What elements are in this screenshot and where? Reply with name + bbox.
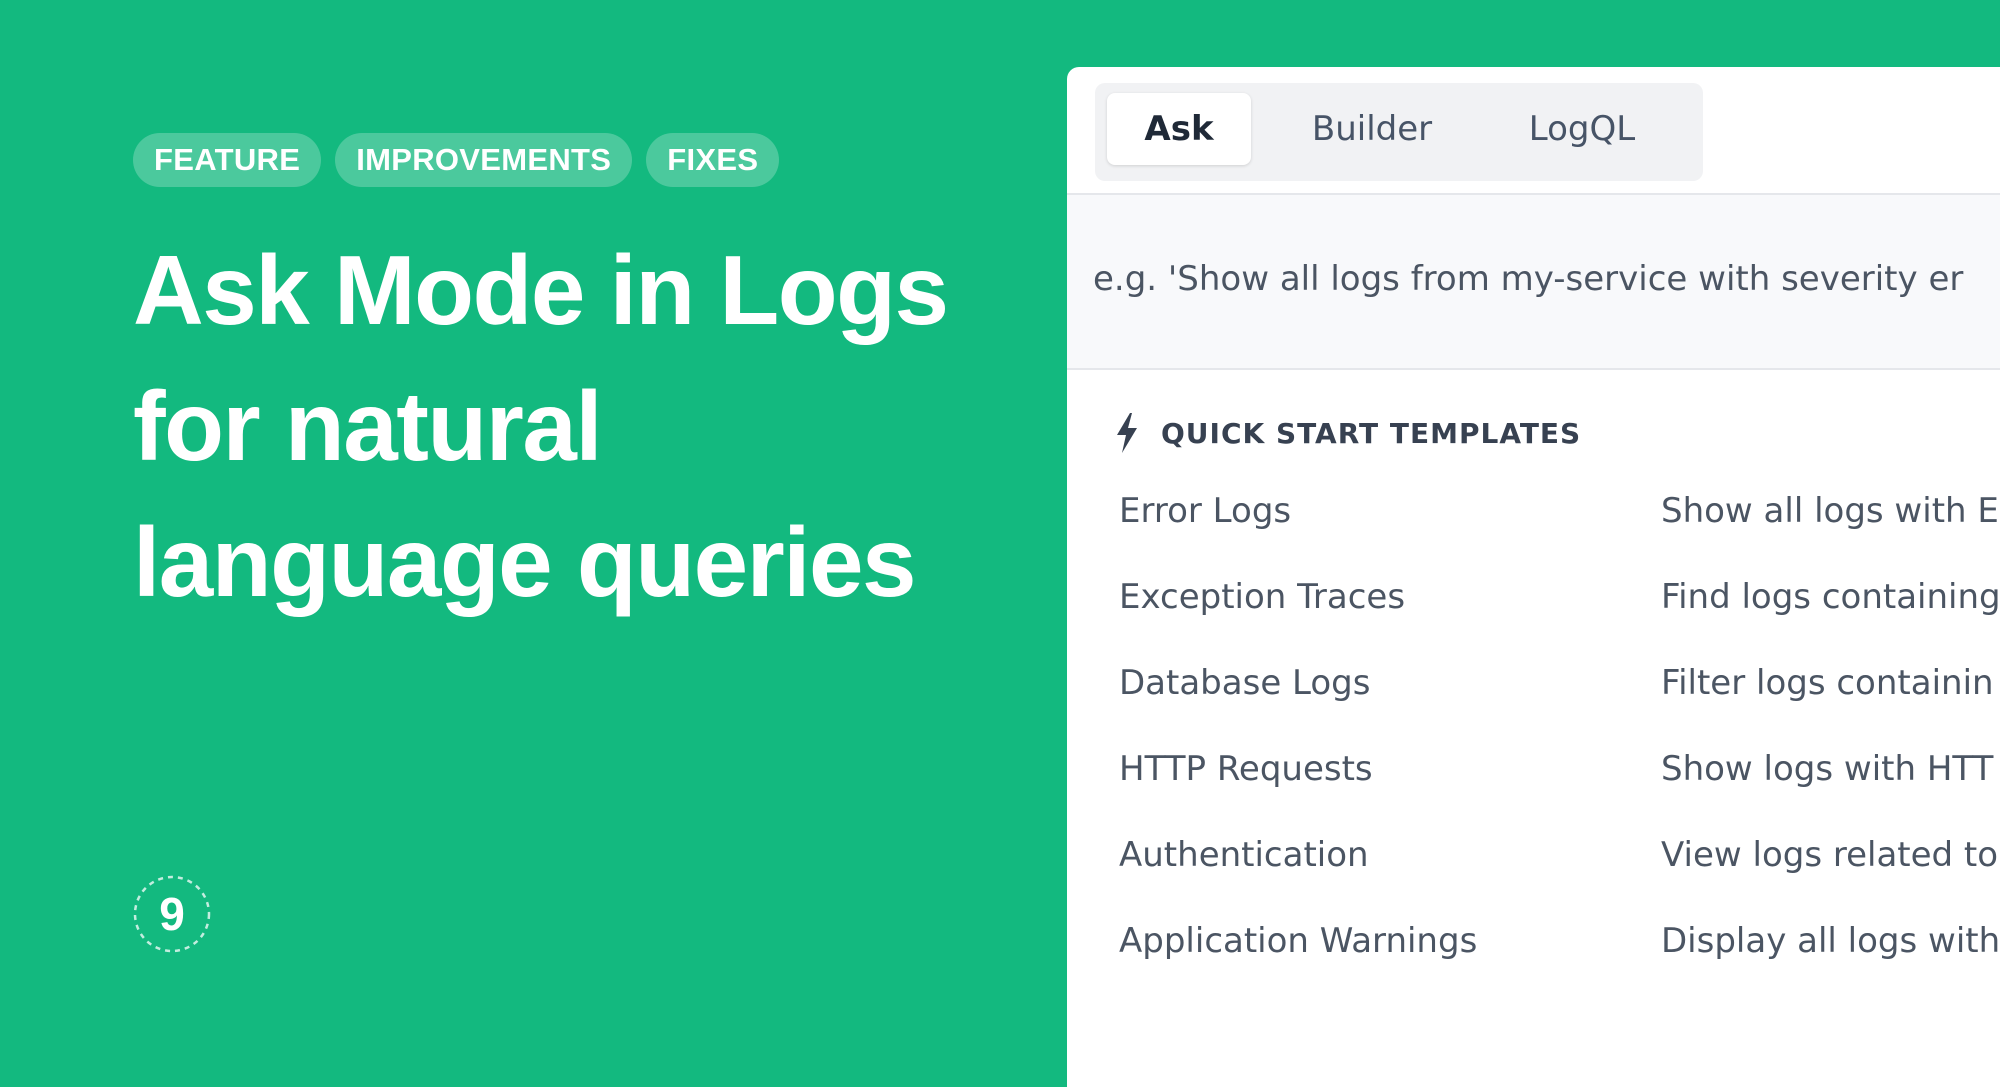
tab-ask[interactable]: Ask bbox=[1107, 93, 1251, 165]
template-row-exception-traces[interactable]: Exception Traces Find logs containing bbox=[1067, 554, 2000, 640]
headline-line-1: Ask Mode in Logs bbox=[133, 235, 949, 345]
template-description: Filter logs containin bbox=[1661, 663, 1994, 703]
tab-builder[interactable]: Builder bbox=[1273, 93, 1471, 165]
template-row-error-logs[interactable]: Error Logs Show all logs with E bbox=[1067, 468, 2000, 554]
bolt-icon bbox=[1117, 413, 1137, 453]
headline-line-3: language queries bbox=[133, 507, 917, 617]
template-description: Show all logs with E bbox=[1661, 491, 1999, 531]
template-description: Show logs with HTT bbox=[1661, 749, 1994, 789]
query-mode-tabbar: Ask Builder LogQL bbox=[1067, 67, 2000, 195]
template-row-authentication[interactable]: Authentication View logs related to bbox=[1067, 812, 2000, 898]
templates-title: QUICK START TEMPLATES bbox=[1161, 416, 1582, 450]
template-name: Application Warnings bbox=[1119, 921, 1478, 961]
template-list: Error Logs Show all logs with E Exceptio… bbox=[1067, 468, 2000, 984]
template-row-application-warnings[interactable]: Application Warnings Display all logs wi… bbox=[1067, 898, 2000, 984]
quick-start-templates: QUICK START TEMPLATES Error Logs Show al… bbox=[1067, 370, 2000, 984]
template-name: Exception Traces bbox=[1119, 577, 1406, 617]
template-row-http-requests[interactable]: HTTP Requests Show logs with HTT bbox=[1067, 726, 2000, 812]
template-name: HTTP Requests bbox=[1119, 749, 1373, 789]
tag-feature: FEATURE bbox=[133, 133, 322, 187]
tag-improvements: IMPROVEMENTS bbox=[335, 133, 633, 187]
templates-header: QUICK START TEMPLATES bbox=[1115, 408, 2000, 458]
headline-line-2: for natural bbox=[133, 371, 603, 481]
query-mode-tabs: Ask Builder LogQL bbox=[1095, 83, 1703, 181]
query-area bbox=[1067, 195, 2000, 370]
template-row-database-logs[interactable]: Database Logs Filter logs containin bbox=[1067, 640, 2000, 726]
template-name: Authentication bbox=[1119, 835, 1369, 875]
headline: Ask Mode in Logs for natural language qu… bbox=[133, 222, 1063, 630]
signoz-logo-icon: 9 bbox=[133, 875, 211, 953]
tag-list: FEATURE IMPROVEMENTS FIXES bbox=[133, 133, 780, 187]
template-description: Find logs containing bbox=[1661, 577, 2000, 617]
template-description: Display all logs with bbox=[1661, 921, 2000, 961]
tag-fixes: FIXES bbox=[646, 133, 780, 187]
logo-text: 9 bbox=[159, 888, 185, 940]
ask-query-input[interactable] bbox=[1093, 239, 2000, 319]
template-description: View logs related to bbox=[1661, 835, 1999, 875]
template-name: Database Logs bbox=[1119, 663, 1371, 703]
tab-logql[interactable]: LogQL bbox=[1497, 93, 1667, 165]
logs-query-panel: Ask Builder LogQL QUICK START TEMPLATES … bbox=[1067, 67, 2000, 1087]
template-name: Error Logs bbox=[1119, 491, 1292, 531]
